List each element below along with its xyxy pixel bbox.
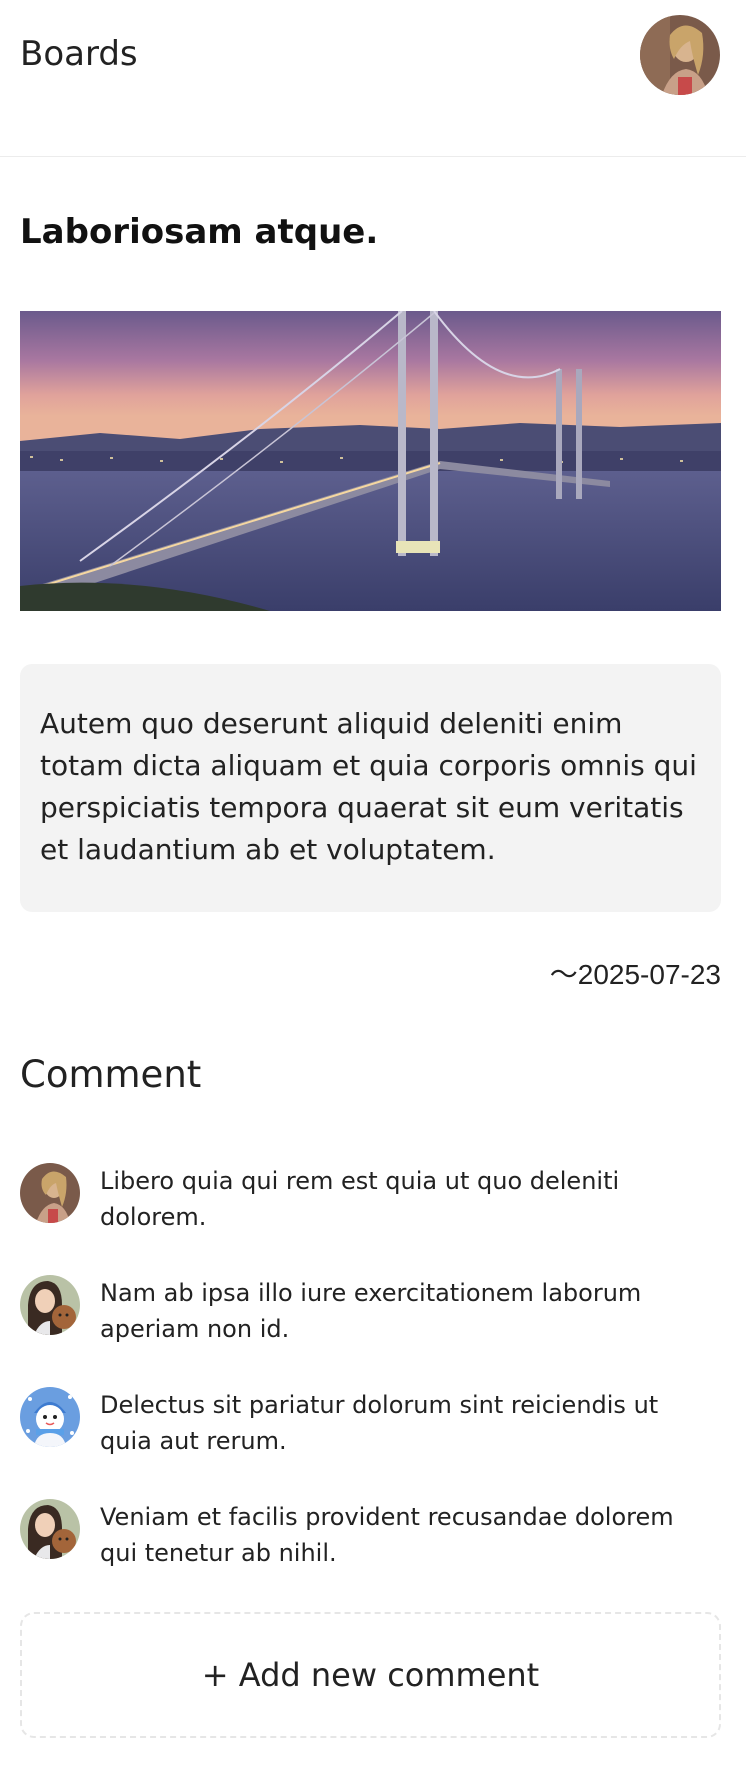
comment-text: Libero quia qui rem est quia ut quo dele… [100,1167,620,1231]
comment-avatar[interactable] [20,1387,80,1447]
app-header: Boards [0,0,746,157]
app-title: Boards [20,34,138,74]
comment-text: Veniam et facilis provident recusandae d… [100,1503,674,1567]
post-date: ～2025-07-23 [549,959,721,990]
comment-avatar[interactable] [20,1163,80,1223]
comment-item: Delectus sit pariatur dolorum sint reici… [20,1387,721,1467]
comments-heading: Comment [20,1053,202,1096]
comment-avatar[interactable] [20,1499,80,1559]
comment-item: Libero quia qui rem est quia ut quo dele… [20,1163,721,1243]
post-body-card: Autem quo deserunt aliquid deleniti enim… [20,664,721,912]
user-avatar[interactable] [640,15,720,95]
post-body-text: Autem quo deserunt aliquid deleniti enim… [40,707,697,866]
comment-item: Nam ab ipsa illo iure exercitationem lab… [20,1275,721,1355]
comment-text: Delectus sit pariatur dolorum sint reici… [100,1391,659,1455]
comment-avatar[interactable] [20,1275,80,1335]
post-image [20,311,721,611]
comment-text: Nam ab ipsa illo iure exercitationem lab… [100,1279,642,1343]
post-title: Laboriosam atque. [20,212,379,252]
comment-item: Veniam et facilis provident recusandae d… [20,1499,721,1579]
board-detail-page: Boards Laboriosam atque. Autem quo deser… [0,0,746,1766]
add-comment-button[interactable]: + Add new comment [20,1612,721,1738]
